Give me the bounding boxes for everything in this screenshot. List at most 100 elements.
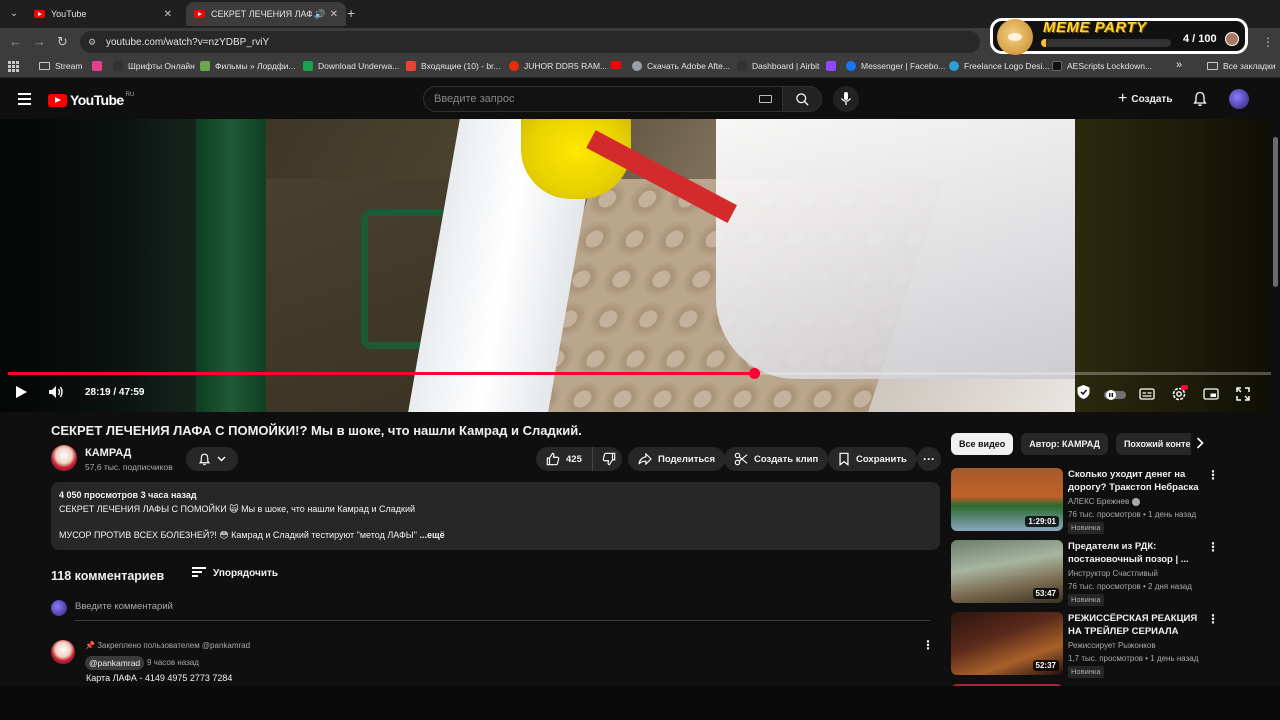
aliexpress-icon [509, 61, 519, 71]
browser-menu-icon[interactable]: ⋮ [1262, 35, 1274, 49]
bookmark-twitch[interactable] [826, 61, 841, 71]
chip-all-videos[interactable]: Все видео [951, 433, 1014, 455]
close-tab-icon[interactable]: ✕ [164, 9, 172, 20]
gmail-icon [406, 61, 416, 71]
bookmark-messenger[interactable]: Messenger | Facebo... [846, 61, 945, 71]
bookmark-lh[interactable] [92, 61, 107, 71]
video-progress-bar[interactable] [8, 368, 1272, 379]
filter-chips: Все видео Автор: КАМРАД Похожий конте [951, 433, 1191, 455]
create-clip-button[interactable]: Создать клип [724, 447, 829, 471]
video-frame[interactable] [196, 119, 1075, 412]
twitch-icon [826, 61, 836, 71]
sort-comments-button[interactable]: Упорядочить [192, 567, 278, 579]
save-button[interactable]: Сохранить [828, 447, 917, 471]
recommendation-title[interactable]: Предатели из РДК: постановочный позор | … [1068, 540, 1204, 566]
bookmark-inbox[interactable]: Входящие (10) - br... [406, 61, 501, 71]
keyboard-icon[interactable] [759, 95, 772, 103]
comment-input[interactable]: Введите комментарий [75, 601, 930, 621]
voice-search-button[interactable] [833, 86, 859, 112]
youtube-logo[interactable]: YouTube RU [48, 92, 134, 108]
subscription-notifications-button[interactable] [186, 447, 238, 471]
volume-icon[interactable] [48, 385, 64, 404]
page-scrollbar[interactable] [1271, 119, 1280, 720]
recommendation-item[interactable]: 53:47 Предатели из РДК: постановочный по… [951, 540, 1221, 606]
sponsorblock-icon[interactable] [1076, 384, 1091, 405]
scrollbar-thumb[interactable] [1273, 137, 1278, 287]
comments-count: 118 комментариев [51, 569, 165, 583]
bookmark-stream[interactable]: Stream [39, 61, 82, 71]
bookmark-youtube[interactable] [611, 61, 626, 69]
menu-icon[interactable] [18, 93, 31, 105]
channel-avatar[interactable] [51, 445, 77, 471]
settings-gear-icon[interactable] [1171, 385, 1188, 407]
chevron-right-icon[interactable] [1196, 436, 1204, 454]
show-more-link[interactable]: ...ещё [419, 530, 444, 540]
chip-related[interactable]: Похожий конте [1115, 433, 1191, 455]
site-info-icon[interactable]: ⚙ [88, 37, 98, 47]
subtitles-icon[interactable] [1139, 387, 1155, 405]
my-avatar [51, 600, 67, 616]
fullscreen-icon[interactable] [1236, 387, 1250, 406]
bookmark-adobe[interactable]: Скачать Adobe Afte... [632, 61, 730, 71]
tab-search-button[interactable]: ⌄ [6, 5, 22, 21]
comment-author[interactable]: @pankamrad [85, 656, 145, 670]
youtube-icon [611, 61, 621, 69]
bookmark-films[interactable]: Фильмы » Лордфи... [200, 61, 296, 71]
comment-time[interactable]: 9 часов назад [147, 658, 199, 667]
meme-user-avatar[interactable] [1225, 32, 1239, 46]
recommendation-title[interactable]: Сколько уходит денег на дорогу? Тракстоп… [1068, 468, 1204, 494]
meme-party-widget[interactable]: MEME PARTY 4 / 100 [990, 18, 1248, 55]
close-tab-icon[interactable]: ✕ [330, 9, 338, 20]
bookmark-freelance[interactable]: Freelance Logo Desi... [949, 61, 1050, 71]
search-button[interactable] [782, 86, 822, 112]
bookmark-airbit[interactable]: Dashboard | Airbit [737, 61, 819, 71]
notifications-bell-icon[interactable] [1192, 91, 1208, 112]
video-thumbnail[interactable]: 53:47 [951, 540, 1063, 603]
sort-label: Упорядочить [213, 567, 279, 579]
video-scrubber-handle[interactable] [748, 368, 760, 379]
recommendation-menu-icon[interactable]: ⋮ [1207, 540, 1219, 554]
recommendation-title[interactable]: РЕЖИССЁРСКАЯ РЕАКЦИЯ НА ТРЕЙЛЕР СЕРИАЛА … [1068, 612, 1204, 638]
video-player[interactable]: 28:19 / 47:59 [0, 119, 1280, 412]
dislike-button[interactable] [593, 447, 625, 471]
bookmark-aescripts[interactable]: AEScripts Lockdown... [1052, 61, 1152, 71]
more-bookmarks-icon[interactable]: » [1176, 59, 1182, 71]
share-button[interactable]: Поделиться [628, 447, 726, 471]
back-icon[interactable]: ← [9, 34, 22, 50]
more-actions-icon[interactable]: ··· [917, 447, 941, 471]
description-box[interactable]: 4 050 просмотров 3 часа назад СЕКРЕТ ЛЕЧ… [51, 482, 940, 550]
like-button[interactable]: 425 [536, 447, 593, 471]
recommendation-item[interactable]: 52:37 РЕЖИССЁРСКАЯ РЕАКЦИЯ НА ТРЕЙЛЕР СЕ… [951, 612, 1221, 678]
recommendation-channel[interactable]: Режиссирует Рыжонков [1068, 641, 1156, 650]
recommendation-menu-icon[interactable]: ⋮ [1207, 468, 1219, 482]
tab-active-video[interactable]: СЕКРЕТ ЛЕЧЕНИЯ ЛАФА С 🔊 ✕ [186, 2, 346, 26]
recommendation-channel[interactable]: Инструктор Счастливый [1068, 569, 1158, 578]
recommendation-channel[interactable]: АЛЕКС Брежнев [1068, 497, 1141, 506]
video-thumbnail[interactable]: 1:29:01 [951, 468, 1063, 531]
bookmark-download-underwater[interactable]: Download Underwa... [303, 61, 399, 71]
comment-author-avatar[interactable] [51, 640, 75, 664]
forward-icon[interactable]: → [33, 34, 46, 50]
user-avatar[interactable] [1229, 89, 1249, 109]
reload-icon[interactable]: ↻ [57, 34, 68, 50]
video-thumbnail[interactable]: 52:37 [951, 612, 1063, 675]
audio-playing-icon[interactable]: 🔊 [314, 9, 325, 20]
bookmark-ram[interactable]: JUHOR DDR5 RAM... [509, 61, 607, 71]
new-tab-button[interactable]: + [347, 6, 355, 20]
miniplayer-icon[interactable] [1203, 387, 1219, 405]
create-button[interactable]: + Создать [1110, 88, 1180, 110]
search-input[interactable] [424, 87, 744, 111]
recommendation-meta: 76 тыс. просмотров • 2 дня назад [1068, 582, 1192, 591]
address-bar[interactable]: ⚙ youtube.com/watch?v=nzYDBP_rviY [80, 31, 980, 53]
channel-name[interactable]: КАМРАД [85, 447, 131, 459]
autoplay-toggle[interactable] [1104, 387, 1126, 405]
chip-author[interactable]: Автор: КАМРАД [1021, 433, 1108, 455]
all-bookmarks[interactable]: Все закладки [1207, 61, 1276, 71]
apps-icon[interactable] [8, 61, 19, 72]
tab-youtube[interactable]: YouTube ✕ [26, 2, 180, 26]
comment-menu-icon[interactable]: ⋮ [922, 638, 934, 652]
bookmark-fonts[interactable]: Шрифты Онлайн [113, 61, 195, 71]
play-icon[interactable] [14, 385, 28, 404]
recommendation-item[interactable]: 1:29:01 Сколько уходит денег на дорогу? … [951, 468, 1221, 534]
recommendation-menu-icon[interactable]: ⋮ [1207, 612, 1219, 626]
